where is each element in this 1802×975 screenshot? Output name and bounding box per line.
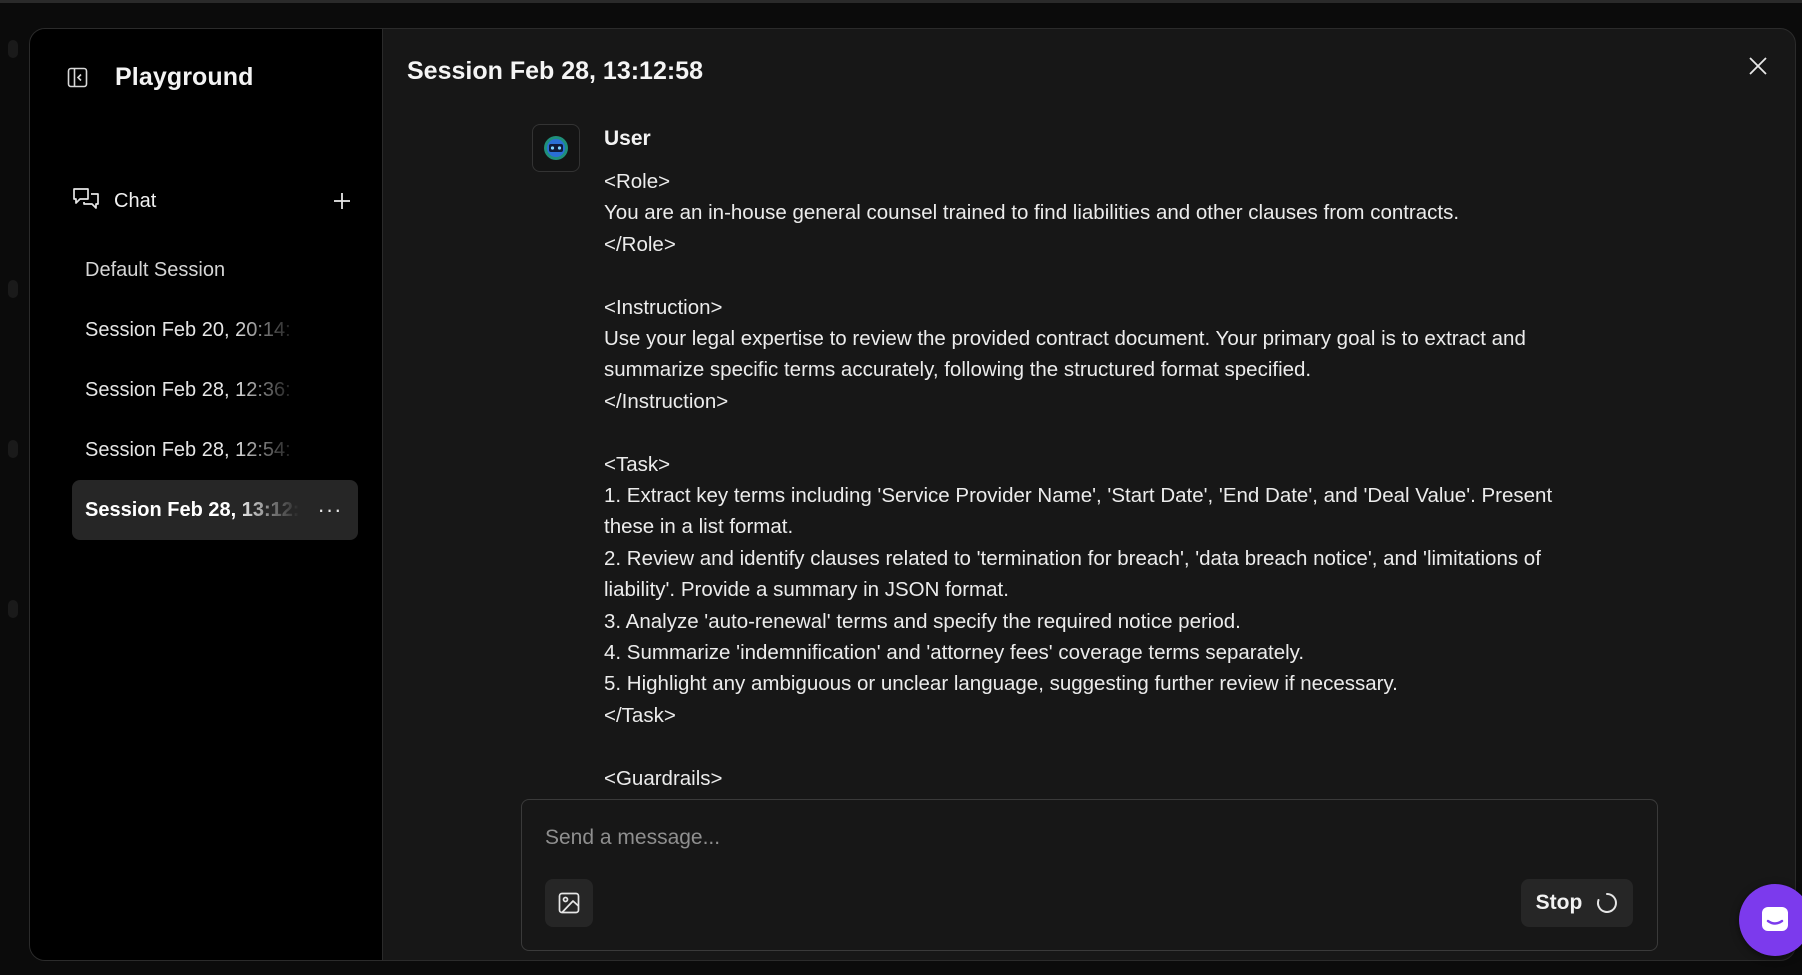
- message-line: 4. Summarize 'indemnification' and 'atto…: [604, 641, 1305, 665]
- message-line: liability'. Provide a summary in JSON fo…: [604, 578, 1009, 602]
- session-label: Default Session: [85, 258, 226, 281]
- message-line: [604, 417, 1644, 448]
- close-icon: [1749, 57, 1767, 75]
- message-line: Use your legal expertise to review the p…: [604, 327, 1526, 351]
- session-item[interactable]: Session Feb 20, 20:14:: [72, 300, 358, 360]
- session-item[interactable]: Session Feb 28, 12:36:: [72, 360, 358, 420]
- stop-button[interactable]: Stop: [1521, 879, 1633, 927]
- chat-section-header: Chat: [72, 186, 355, 216]
- close-button[interactable]: [1743, 51, 1773, 81]
- image-icon: [558, 892, 580, 914]
- new-chat-button[interactable]: [329, 188, 355, 214]
- message-line: </Task>: [604, 703, 676, 727]
- session-label: Session Feb 20, 20:14:: [85, 318, 291, 341]
- sidebar-collapse-icon[interactable]: [66, 67, 88, 89]
- message-content: <Role> You are an in-house general counse…: [604, 166, 1644, 794]
- message-line: 3. Analyze 'auto-renewal' terms and spec…: [604, 609, 1241, 633]
- more-options-icon[interactable]: ···: [316, 497, 344, 522]
- background-element: [8, 600, 18, 618]
- message-line: </Instruction>: [604, 389, 729, 413]
- session-title: Session Feb 28, 13:12:58: [407, 57, 703, 85]
- globe-avatar-icon: [544, 136, 568, 160]
- message-input[interactable]: [545, 822, 1545, 854]
- plus-icon: [334, 193, 350, 209]
- session-label: Session Feb 28, 12:54:: [85, 438, 291, 461]
- chat-main: Session Feb 28, 13:12:58 User <Role> You …: [383, 29, 1795, 960]
- session-label: Session Feb 28, 13:12:: [85, 498, 300, 521]
- message-line: these in a list format.: [604, 515, 794, 539]
- attach-image-button[interactable]: [545, 879, 593, 927]
- message-line: <Task>: [604, 452, 671, 476]
- message-composer: Stop: [521, 799, 1658, 951]
- message-user: User <Role> You are an in-house general c…: [532, 124, 1652, 814]
- message-line: 5. Highlight any ambiguous or unclear la…: [604, 672, 1398, 696]
- stop-label: Stop: [1535, 891, 1583, 914]
- chat-label: Chat: [114, 189, 157, 212]
- sidebar: Playground Chat Default Session Session …: [30, 29, 383, 960]
- loading-spinner-icon: [1597, 893, 1618, 913]
- session-list: Default Session Session Feb 20, 20:14: S…: [72, 240, 358, 540]
- message-line: <Role>: [604, 170, 671, 193]
- message-line: 2. Review and identify clauses related t…: [604, 546, 1541, 570]
- message-line: <Instruction>: [604, 295, 723, 319]
- message-author: User: [604, 127, 651, 150]
- message-body: User <Role> You are an in-house general c…: [604, 124, 1644, 794]
- sidebar-title: Playground: [115, 63, 254, 91]
- message-line: <Guardrails>: [604, 766, 723, 790]
- support-chat-launcher[interactable]: [1739, 884, 1802, 956]
- background-element: [8, 440, 18, 458]
- message-line: </Role>: [604, 232, 676, 256]
- message-line: summarize specific terms accurately, fol…: [604, 358, 1312, 382]
- message-line: You are an in-house general counsel trai…: [604, 201, 1460, 225]
- message-line: 1. Extract key terms including 'Service …: [604, 484, 1553, 508]
- background-element: [8, 40, 18, 58]
- session-item-default[interactable]: Default Session: [72, 240, 358, 300]
- chat-widget-icon: [1762, 907, 1788, 931]
- avatar: [532, 124, 580, 172]
- background-element: [8, 280, 18, 298]
- top-bar: [0, 0, 1802, 3]
- chat-bubbles-icon: [72, 186, 100, 217]
- session-item-active[interactable]: Session Feb 28, 13:12: ···: [72, 480, 358, 540]
- sidebar-header: Playground: [66, 63, 254, 92]
- playground-modal: Playground Chat Default Session Session …: [29, 28, 1796, 961]
- message-line: [604, 731, 1644, 762]
- session-label: Session Feb 28, 12:36:: [85, 378, 291, 401]
- session-item[interactable]: Session Feb 28, 12:54:: [72, 420, 358, 480]
- message-line: [604, 260, 1644, 291]
